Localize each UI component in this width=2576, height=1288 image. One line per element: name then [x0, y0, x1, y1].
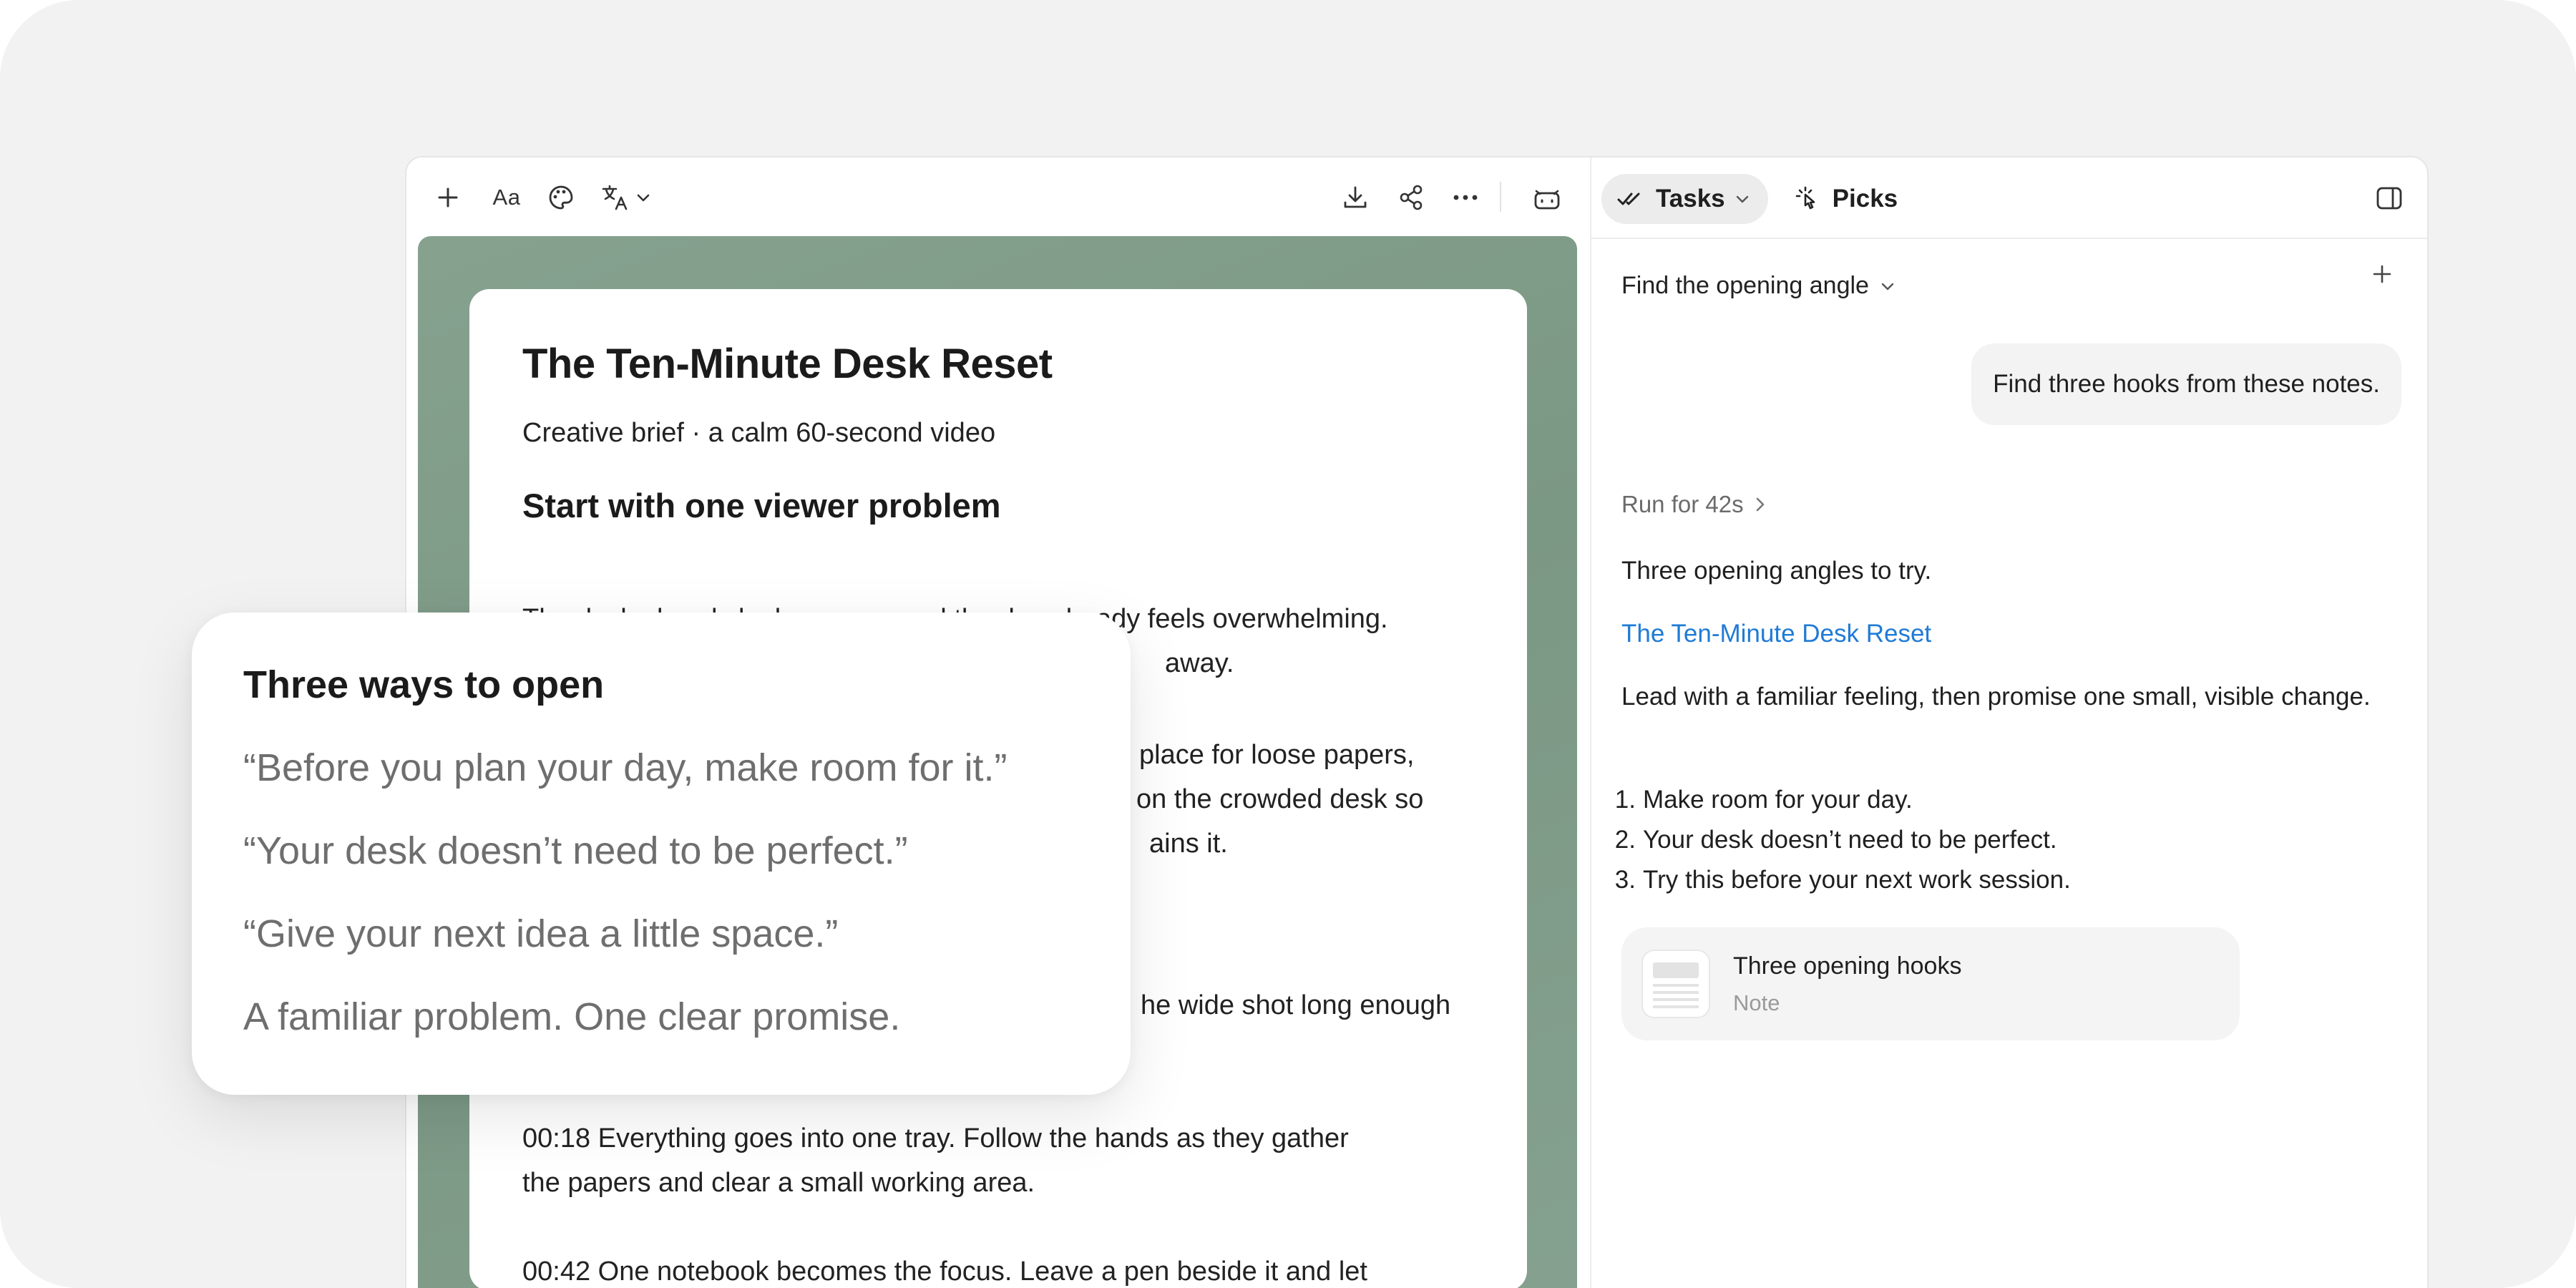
user-message: Find three hooks from these notes.	[1993, 370, 2380, 398]
double-check-icon	[1617, 192, 1640, 205]
chevron-right-icon	[1756, 497, 1764, 512]
note-thumbnail-icon	[1641, 950, 1710, 1018]
response-body: Lead with a familiar feeling, then promi…	[1621, 683, 2371, 711]
assistant-button[interactable]	[1524, 177, 1570, 218]
list-item: 2. Your desk doesn’t need to be perfect.	[1614, 826, 2057, 854]
attachment-title: Three opening hooks	[1733, 952, 1962, 980]
attachment-card[interactable]: Three opening hooks Note	[1621, 927, 2240, 1040]
chevron-down-icon	[1881, 283, 1894, 290]
list-item: 1. Make room for your day.	[1614, 786, 1913, 814]
more-button[interactable]	[1444, 177, 1487, 218]
response-link[interactable]: The Ten-Minute Desk Reset	[1621, 614, 2380, 654]
translate-button[interactable]	[597, 177, 654, 218]
font-label: Aa	[492, 185, 521, 210]
translate-icon	[602, 185, 628, 210]
overlay-title: Three ways to open	[243, 663, 605, 706]
overlay-hook-2: “Your desk doesn’t need to be perfect.”	[243, 829, 908, 872]
share-button[interactable]	[1390, 177, 1433, 218]
plus-icon	[2373, 265, 2391, 283]
response-intro: Three opening angles to try.	[1621, 557, 1932, 585]
chevron-down-icon	[1736, 195, 1748, 203]
more-icon	[1453, 195, 1478, 200]
tab-picks[interactable]: Picks	[1778, 174, 1913, 224]
run-details-toggle[interactable]: Run for 42s	[1621, 491, 1765, 518]
stage-background: Aa Tasks Picks Find the opening angle Fi…	[0, 0, 2576, 1288]
font-button[interactable]: Aa	[484, 177, 530, 218]
download-button[interactable]	[1334, 177, 1377, 218]
editor-toolbar: Aa	[406, 157, 1590, 236]
panel-divider	[1590, 157, 1591, 1288]
chevron-down-icon	[637, 194, 650, 202]
panel-header-divider	[1591, 238, 2427, 239]
robot-icon	[1534, 190, 1560, 210]
document-heading: Start with one viewer problem	[522, 486, 1001, 525]
tab-tasks[interactable]: Tasks	[1601, 174, 1768, 224]
thread-title-dropdown[interactable]: Find the opening angle	[1621, 272, 1895, 300]
response-list: 1. Make room for your day. 2. Your desk do…	[1603, 780, 2361, 900]
share-icon	[1400, 185, 1423, 210]
user-message-bubble: Find three hooks from these notes.	[1971, 343, 2401, 425]
document-beat-2: 00:42 One notebook becomes the focus. Le…	[522, 1257, 1367, 1287]
document-beat-1: 00:18 Everything goes into one tray. Fol…	[522, 1123, 1349, 1198]
panel-toggle-icon	[2376, 187, 2402, 210]
overlay-hook-3: “Give your next idea a little space.”	[243, 912, 839, 955]
tab-tasks-label: Tasks	[1656, 185, 1725, 213]
new-thread-button[interactable]	[2371, 263, 2393, 288]
palette-icon	[549, 185, 573, 210]
add-button[interactable]	[428, 177, 468, 218]
theme-button[interactable]	[540, 177, 582, 218]
document-title: The Ten-Minute Desk Reset	[522, 341, 1053, 387]
overlay-tagline: A familiar problem. One clear promise.	[243, 995, 901, 1038]
document-subtitle: Creative brief · a calm 60-second video	[522, 417, 996, 448]
attachment-type: Note	[1733, 990, 1780, 1015]
tab-picks-label: Picks	[1832, 185, 1898, 213]
run-label: Run for 42s	[1621, 491, 1744, 517]
toolbar-separator	[1500, 182, 1501, 212]
thread-title: Find the opening angle	[1621, 272, 1869, 299]
download-icon	[1344, 186, 1367, 208]
panel-toggle-button[interactable]	[2376, 186, 2403, 214]
plus-icon	[438, 187, 458, 208]
hooks-overlay-card: Three ways to open “Before you plan your…	[192, 613, 1131, 1095]
list-item: 3. Try this before your next work session…	[1614, 866, 2071, 894]
overlay-hook-1: “Before you plan your day, make room for…	[243, 746, 1008, 789]
pointer-click-icon	[1795, 186, 1815, 210]
panel-tabs: Tasks Picks	[1601, 173, 1913, 225]
